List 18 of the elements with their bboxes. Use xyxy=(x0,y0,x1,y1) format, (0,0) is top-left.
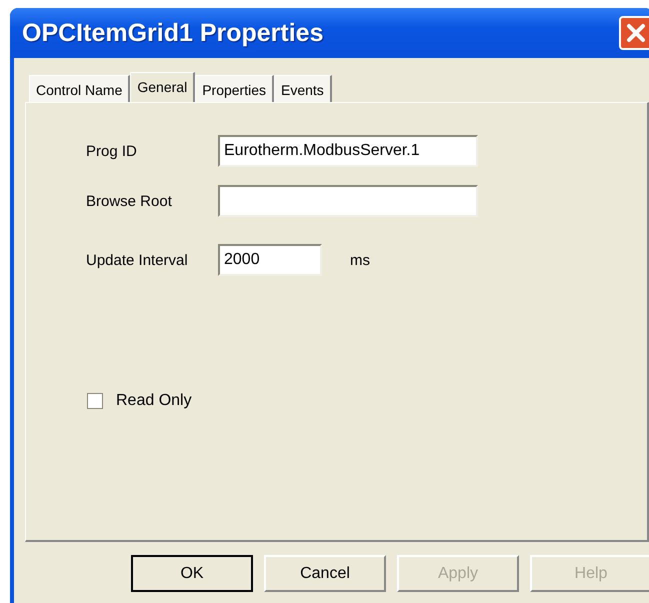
input-field[interactable]: Eurotherm.ModbusServer.1 xyxy=(218,135,478,167)
tab[interactable]: General xyxy=(130,72,196,102)
dialog-button[interactable]: Cancel xyxy=(264,555,386,592)
tab[interactable]: Properties xyxy=(195,75,274,102)
close-icon xyxy=(625,22,647,44)
unit-label: ms xyxy=(350,252,370,268)
tab[interactable]: Control Name xyxy=(29,75,130,102)
checkbox-label: Read Only xyxy=(116,392,192,410)
field-label: Prog ID xyxy=(86,142,138,160)
checkbox[interactable] xyxy=(87,393,103,409)
field-label: Update Interval xyxy=(86,252,189,268)
close-button[interactable] xyxy=(619,16,649,50)
tab[interactable]: Events xyxy=(274,75,332,102)
dialog-button[interactable]: OK xyxy=(131,555,253,592)
field-label: Browse Root xyxy=(86,192,173,210)
window-title: OPCItemGrid1 Properties xyxy=(22,18,324,48)
input-field[interactable] xyxy=(218,185,478,217)
input-field[interactable]: 2000 xyxy=(218,244,322,276)
